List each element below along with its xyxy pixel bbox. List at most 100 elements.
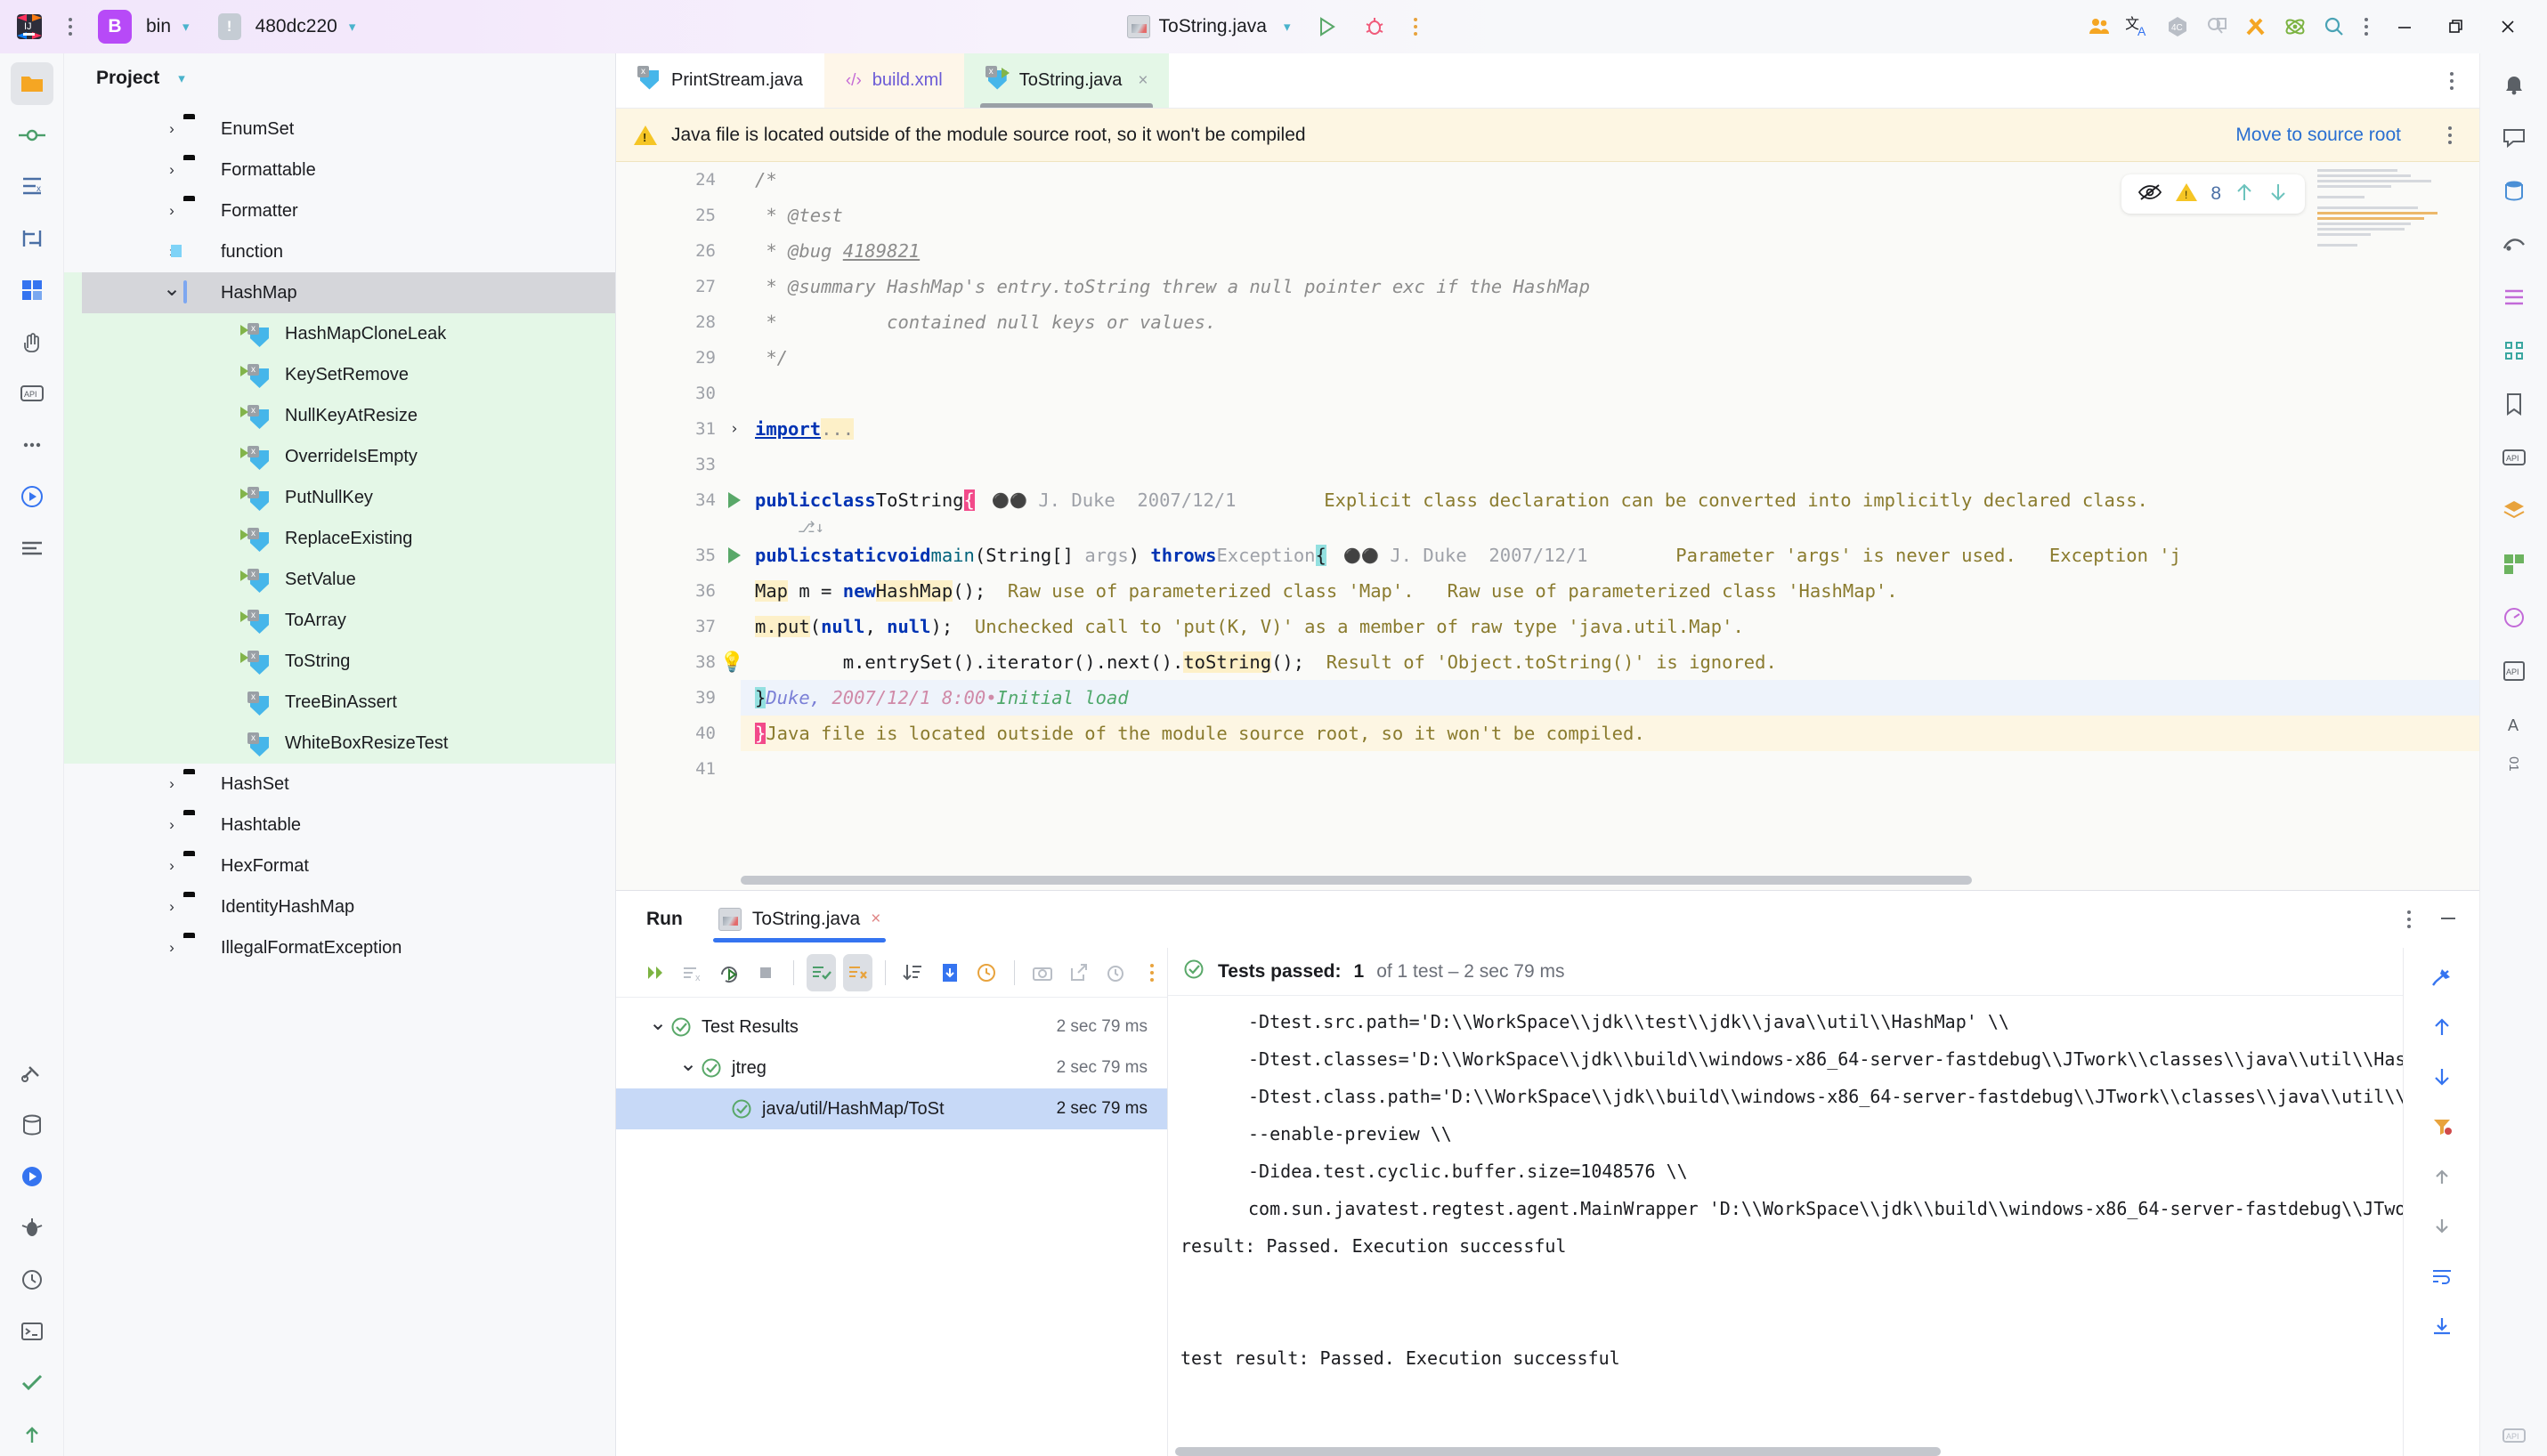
tree-item-overrideisempty[interactable]: x OverrideIsEmpty bbox=[64, 436, 615, 477]
tree-item-hashtable[interactable]: › Hashtable bbox=[64, 805, 615, 845]
wrap-text-icon[interactable] bbox=[2423, 1258, 2461, 1295]
run-gutter-icon[interactable] bbox=[728, 547, 741, 563]
tree-item-keysetremove[interactable]: x KeySetRemove bbox=[64, 354, 615, 395]
tree-item-whiteboxresizetest[interactable]: x WhiteBoxResizeTest bbox=[64, 723, 615, 764]
project-name-label[interactable]: bin bbox=[146, 16, 171, 37]
screenshot-icon[interactable] bbox=[1027, 954, 1057, 991]
debug-bug-icon[interactable] bbox=[1356, 8, 1393, 45]
more-vertical-icon[interactable] bbox=[2438, 120, 2462, 150]
tree-item-formattable[interactable]: › Formattable bbox=[64, 150, 615, 190]
chevron-down-icon[interactable]: ⌄ bbox=[160, 276, 183, 302]
open-external-icon[interactable] bbox=[1064, 954, 1093, 991]
bookmarks-icon[interactable] bbox=[2493, 383, 2535, 425]
arrow-down-icon[interactable] bbox=[2423, 1058, 2461, 1096]
test-tree-row[interactable]: ⌄ jtreg 2 sec 79 ms bbox=[616, 1048, 1167, 1088]
api-icon[interactable]: API bbox=[11, 372, 53, 415]
chevron-right-icon[interactable]: › bbox=[160, 202, 183, 220]
api-icon[interactable]: API bbox=[2493, 436, 2535, 479]
search-everywhere-doc-icon[interactable] bbox=[2198, 8, 2235, 45]
branch-name-label[interactable]: 480dc220 bbox=[256, 16, 337, 37]
chevron-right-icon[interactable]: › bbox=[160, 161, 183, 179]
eye-off-icon[interactable] bbox=[2137, 182, 2162, 206]
dismiss-icon[interactable]: x bbox=[677, 954, 707, 991]
code-line-34[interactable]: public class ToString { ⚫⚫ J. Duke 2007/… bbox=[741, 482, 2479, 518]
database-icon[interactable] bbox=[11, 1104, 53, 1146]
tree-item-nullkeyatresize[interactable]: x NullKeyAtResize bbox=[64, 395, 615, 436]
close-icon[interactable] bbox=[2483, 7, 2533, 46]
fold-expand-icon[interactable]: › bbox=[730, 420, 739, 438]
code-line-30[interactable] bbox=[741, 376, 2479, 411]
tree-item-toarray[interactable]: x ToArray bbox=[64, 600, 615, 641]
terminal-lines-icon[interactable] bbox=[11, 527, 53, 570]
chevron-right-icon[interactable]: › bbox=[160, 816, 183, 834]
tree-item-tostring[interactable]: x ToString bbox=[64, 641, 615, 682]
code-line-33[interactable] bbox=[741, 447, 2479, 482]
build-icon[interactable] bbox=[11, 1052, 53, 1095]
commit-icon[interactable] bbox=[11, 114, 53, 157]
chevron-right-icon[interactable]: › bbox=[160, 857, 183, 875]
chevron-right-icon[interactable]: › bbox=[160, 939, 183, 957]
project-tree[interactable]: ›EnumSet›Formattable›Formatter›function⌄… bbox=[64, 103, 615, 1456]
code-line-38[interactable]: m.entrySet().iterator().next(). toString(… bbox=[741, 644, 2479, 680]
text-icon[interactable]: A bbox=[2493, 703, 2535, 746]
tree-item-hexformat[interactable]: › HexFormat bbox=[64, 845, 615, 886]
editor-tab-build-xml[interactable]: ‹/› build.xml bbox=[823, 53, 964, 108]
run-config-selector[interactable]: ToString.java ▾ bbox=[1120, 12, 1298, 41]
tree-item-replaceexisting[interactable]: x ReplaceExisting bbox=[64, 518, 615, 559]
sort-icon[interactable] bbox=[898, 954, 928, 991]
more-dots-icon[interactable] bbox=[11, 424, 53, 466]
chevron-down-icon[interactable]: ⌄ bbox=[646, 1010, 669, 1036]
more-vertical-icon[interactable] bbox=[1138, 954, 1167, 991]
translate-icon[interactable]: 文 A bbox=[2120, 8, 2157, 45]
code-line-37[interactable]: m.put(null, null); Unchecked call to 'pu… bbox=[741, 609, 2479, 644]
editor-horizontal-scrollbar[interactable] bbox=[741, 876, 2319, 885]
notifications-bell-icon[interactable] bbox=[2493, 62, 2535, 105]
tools-icon[interactable] bbox=[2237, 8, 2275, 45]
code-line-26[interactable]: * @bug 4189821 bbox=[741, 233, 2479, 269]
commit-arrow-icon[interactable] bbox=[11, 1413, 53, 1456]
arrow-down-icon[interactable] bbox=[2267, 181, 2289, 208]
ai-chat-icon[interactable] bbox=[2493, 116, 2535, 158]
clock-icon[interactable] bbox=[1100, 954, 1130, 991]
minimize-icon[interactable] bbox=[2437, 906, 2460, 934]
database-icon[interactable] bbox=[2493, 169, 2535, 212]
run-play-icon[interactable] bbox=[1308, 8, 1345, 45]
tree-item-identityhashmap[interactable]: › IdentityHashMap bbox=[64, 886, 615, 927]
tree-item-treebinassert[interactable]: x TreeBinAssert bbox=[64, 682, 615, 723]
test-tree-row[interactable]: java/util/HashMap/ToSt 2 sec 79 ms bbox=[616, 1088, 1167, 1129]
tree-item-illegalformatexception[interactable]: › IllegalFormatException bbox=[64, 927, 615, 968]
profiler-bug-icon[interactable] bbox=[11, 1207, 53, 1250]
debug-run-icon[interactable] bbox=[11, 1155, 53, 1198]
code-line-28[interactable]: * contained null keys or values. bbox=[741, 304, 2479, 340]
tree-item-hashmap[interactable]: ⌄ HashMap bbox=[64, 272, 615, 313]
implicit-class-inlay-icon[interactable]: ⎇↓ bbox=[798, 519, 824, 537]
editor-tab-tostring-java[interactable]: x ToString.java × bbox=[963, 53, 1170, 108]
project-badge[interactable]: B bbox=[98, 10, 132, 44]
editor-code-area[interactable]: /* * @test * @bug 4189821 * @summary Has… bbox=[741, 162, 2479, 890]
api-doc-icon[interactable]: API bbox=[2493, 650, 2535, 692]
chevron-down-icon[interactable]: ⌄ bbox=[677, 1051, 700, 1077]
chevron-right-icon[interactable]: › bbox=[160, 898, 183, 916]
inspection-widget[interactable]: ! 8 bbox=[2121, 174, 2305, 214]
show-ignored-icon[interactable] bbox=[843, 953, 873, 991]
chevron-down-icon[interactable]: ▾ bbox=[178, 70, 185, 86]
rerun-icon[interactable] bbox=[641, 954, 670, 991]
code-line-35[interactable]: public static void main(String[] args) t… bbox=[741, 538, 2479, 573]
ai-assistant-icon[interactable]: 4C bbox=[2159, 8, 2196, 45]
more-vertical-icon[interactable] bbox=[2440, 66, 2463, 96]
more-vertical-icon[interactable] bbox=[1404, 12, 1427, 42]
maven-icon[interactable] bbox=[2493, 276, 2535, 319]
structure-icon[interactable]: x bbox=[11, 166, 53, 208]
scroll-up-icon[interactable] bbox=[2423, 1158, 2461, 1195]
editor-gutter[interactable]: 24 25 26 27 28 29 30 31 › 33 34 35 36 37 38 💡 39 40 41 bbox=[616, 162, 744, 890]
tree-item-formatter[interactable]: › Formatter bbox=[64, 190, 615, 231]
more-vertical-icon[interactable] bbox=[2397, 904, 2421, 934]
code-line-31[interactable]: import ... bbox=[741, 411, 2479, 447]
close-icon[interactable]: × bbox=[871, 910, 880, 929]
restore-icon[interactable] bbox=[2431, 7, 2481, 46]
hand-icon[interactable] bbox=[11, 320, 53, 363]
code-editor[interactable]: 24 25 26 27 28 29 30 31 › 33 34 35 36 37 38 💡 39 40 41 /* … bbox=[616, 162, 2479, 890]
chevron-down-icon[interactable]: ▾ bbox=[1284, 19, 1291, 35]
time-icon[interactable] bbox=[11, 1258, 53, 1301]
plugins-icon[interactable] bbox=[2493, 543, 2535, 586]
